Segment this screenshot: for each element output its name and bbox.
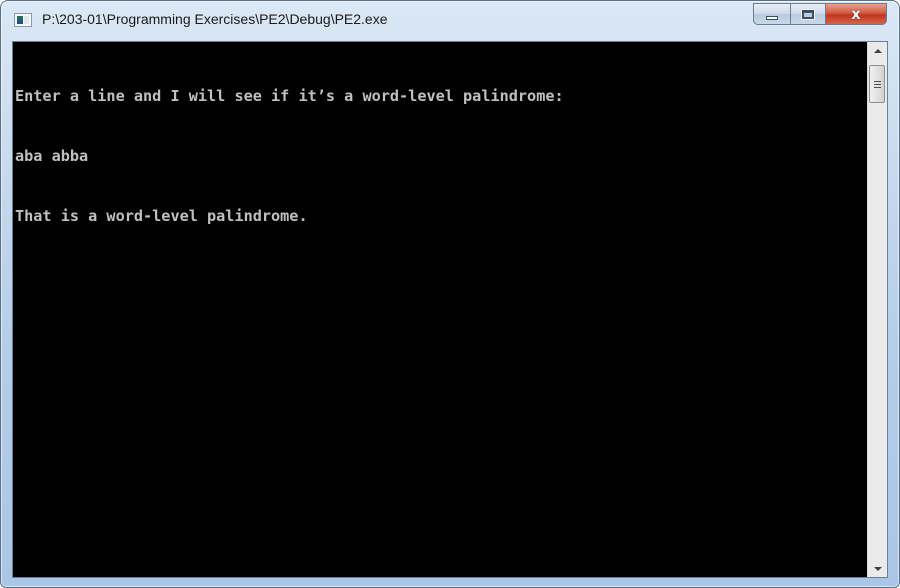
vertical-scrollbar[interactable] [867, 42, 887, 577]
title-bar[interactable]: P:\203-01\Programming Exercises\PE2\Debu… [1, 1, 900, 39]
console-line: That is a word-level palindrome. [15, 207, 308, 225]
console-client-area: Enter a line and I will see if it’s a wo… [12, 41, 888, 578]
console-app-icon[interactable] [14, 13, 32, 27]
grip-icon [873, 80, 881, 82]
minimize-icon [766, 16, 778, 20]
grip-line [873, 86, 881, 88]
close-button[interactable]: x [825, 3, 887, 25]
console-line: aba abba [15, 147, 89, 165]
maximize-icon [802, 9, 814, 19]
arrow-down-icon [873, 566, 882, 571]
scroll-up-button[interactable] [868, 42, 887, 59]
arrow-up-icon [873, 48, 882, 53]
close-icon: x [851, 4, 861, 23]
scrollbar-thumb[interactable] [869, 65, 885, 103]
scroll-down-button[interactable] [868, 560, 887, 577]
console-output[interactable]: Enter a line and I will see if it’s a wo… [13, 42, 867, 577]
caption-buttons: x [753, 3, 887, 25]
grip-line [873, 83, 881, 85]
console-window: P:\203-01\Programming Exercises\PE2\Debu… [0, 0, 900, 588]
window-title: P:\203-01\Programming Exercises\PE2\Debu… [42, 11, 388, 27]
console-line: Enter a line and I will see if it’s a wo… [15, 87, 564, 105]
minimize-button[interactable] [753, 3, 790, 25]
maximize-button[interactable] [790, 3, 825, 25]
